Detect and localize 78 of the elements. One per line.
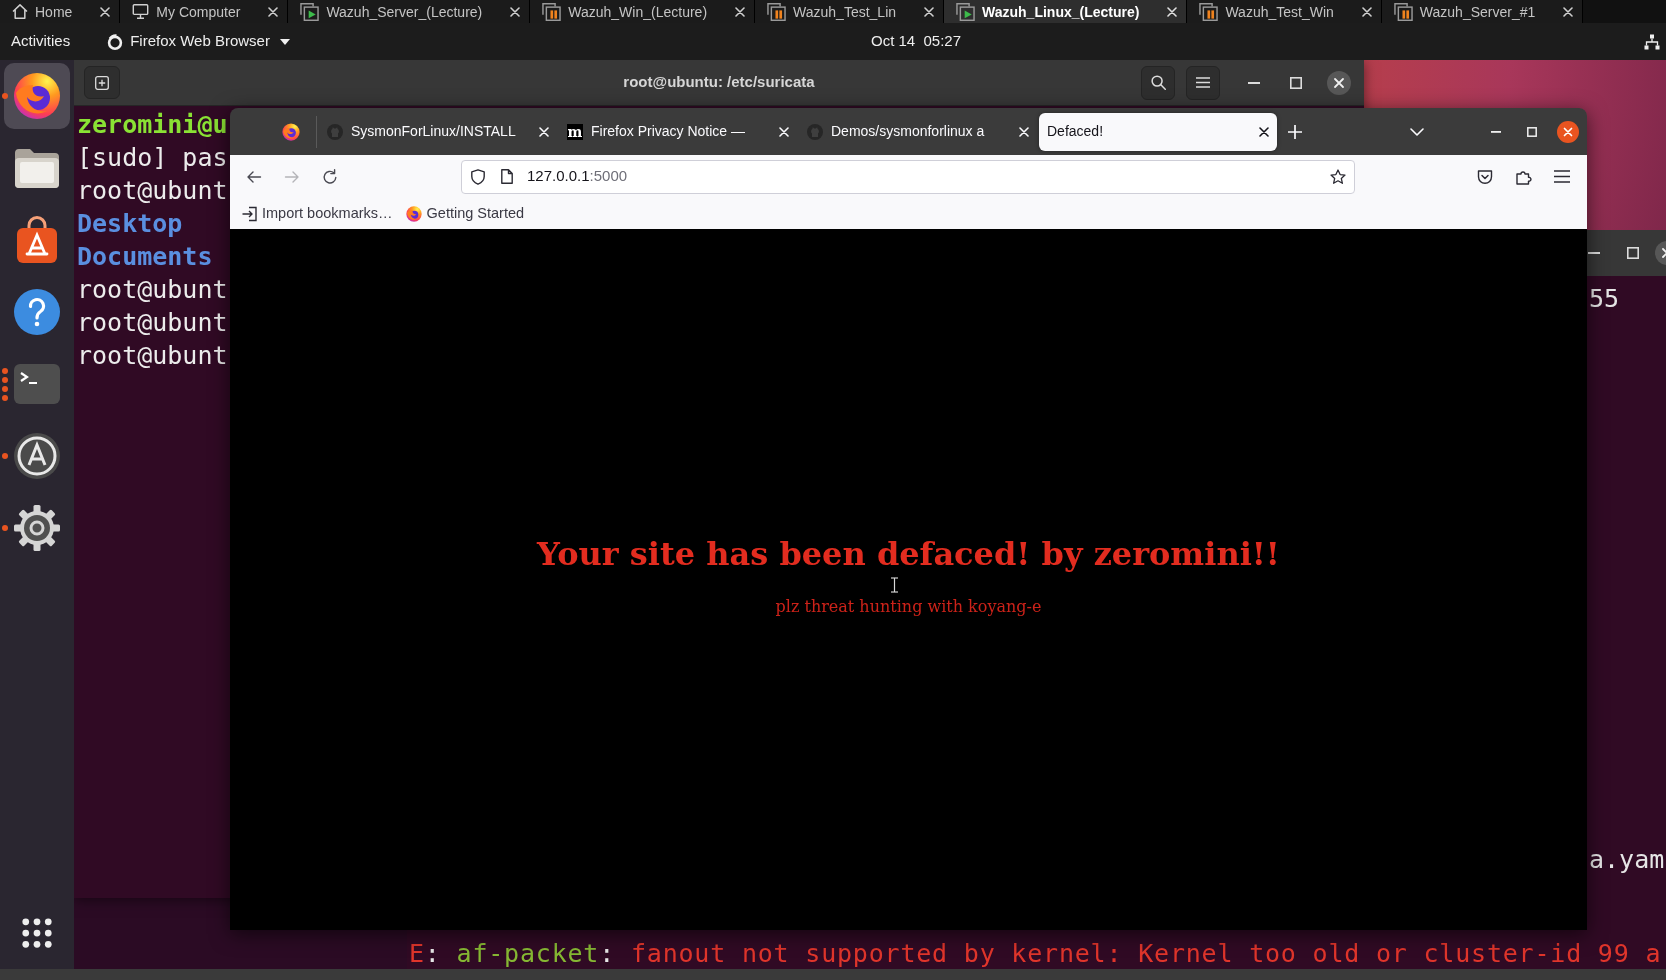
page-subtitle: plz threat hunting with koyang-e [775,595,1042,618]
vm-tab[interactable]: Wazuh_Linux_(Lecture) [944,0,1188,23]
vm-tab[interactable]: My Computer [120,0,289,23]
page-heading: Your site has been defaced! by zeromini!! [537,533,1280,574]
close-icon[interactable] [1327,70,1351,95]
vm-pause-icon [767,2,787,21]
vm-tab[interactable]: Wazuh_Win_(Lecture) [530,0,756,23]
add-tab-icon [95,75,109,90]
reload-icon[interactable] [322,168,338,185]
ring-logo-icon [107,33,124,50]
maximize-icon[interactable] [1627,247,1639,259]
close-icon[interactable] [1557,120,1579,143]
terminal-line: root@ubunt [77,274,228,306]
terminal-line: E: af-packet: fanout not supported by kernel: Kernel too old or cluster-id 99 a [409,939,1662,969]
search-icon [1150,75,1166,90]
clock[interactable]: Oct 14 05:27 [871,30,962,53]
maximize-icon[interactable] [1290,76,1302,89]
vm-play-icon [300,2,320,21]
vm-pause-icon [1199,2,1219,21]
terminal-line: 55 [1589,283,1620,315]
help-icon[interactable] [13,288,61,336]
chevron-down-icon[interactable] [1410,127,1424,136]
import-icon [242,205,257,222]
monitor-icon [132,4,150,19]
address-field[interactable]: 127.0.0.1:5000 [461,159,1355,194]
firefox-logo-icon [405,205,422,222]
extensions-icon[interactable] [1516,168,1532,185]
browser-tab[interactable]: Defaced! [1039,112,1277,151]
terminal-line: a.yam [1589,844,1665,876]
page-icon [501,169,513,184]
text-cursor-icon [890,577,899,593]
pocket-icon[interactable] [1477,168,1493,185]
vm-tab[interactable]: Wazuh_Test_Win [1187,0,1382,23]
vm-tab[interactable]: Home [0,0,121,23]
menu-button[interactable] [1186,65,1220,100]
close-icon[interactable] [1259,126,1269,137]
letter-a-circle-icon[interactable] [13,432,61,480]
terminal-line: zeromini@u [77,109,228,141]
browser-tab[interactable]: Demos/sysmonforlinux a [799,112,1037,151]
menu-icon [1196,77,1210,88]
caret-icon [279,38,290,45]
vm-pause-icon [542,2,562,21]
activities-button[interactable]: Activities [11,30,71,53]
star-icon[interactable] [1330,168,1346,185]
new-tab-button[interactable] [84,66,120,99]
terminal-line: root@ubunt [77,175,228,207]
browser-tab[interactable]: SysmonForLinux/INSTALL [319,112,557,151]
app-menu-button[interactable]: Firefox Web Browser [107,30,290,53]
browser-tab[interactable]: m Firefox Privacy Notice — [559,112,797,151]
vm-pause-icon [1393,2,1413,21]
minimize-icon[interactable] [1248,81,1260,84]
firefox-logo-icon[interactable] [13,72,61,120]
terminal-line: Desktop [77,208,183,240]
terminal-line: root@ubunt [77,340,228,372]
settings-icon[interactable] [13,504,61,552]
plus-icon[interactable] [1288,124,1302,139]
window-title: root@ubuntu: /etc/suricata [623,72,815,93]
bookmark-item[interactable]: Getting Started [405,202,525,225]
home-icon [12,4,28,19]
network-icon[interactable] [1644,33,1660,50]
vm-tab[interactable]: Wazuh_Server_#1 [1381,0,1584,23]
terminal-line: [sudo] pas [77,142,228,174]
terminal-line: Documents [77,241,213,273]
terminal-line: root@ubunt [77,307,228,339]
shield-icon [471,168,485,185]
github-icon [327,123,343,140]
tab-favicon: m [567,123,583,140]
bookmark-item[interactable]: Import bookmarks… [242,202,393,225]
menu-icon[interactable] [1554,170,1570,183]
search-button[interactable] [1141,65,1175,100]
github-icon [807,123,823,140]
vm-tab[interactable]: Wazuh_Test_Lin [755,0,945,23]
vm-play-icon [956,2,976,21]
vm-tab[interactable]: Wazuh_Server_(Lecture) [288,0,531,23]
minimize-icon[interactable] [1491,130,1501,133]
maximize-icon[interactable] [1527,126,1537,137]
firefox-logo-icon[interactable] [282,122,300,141]
app-grid-icon[interactable] [22,918,52,948]
